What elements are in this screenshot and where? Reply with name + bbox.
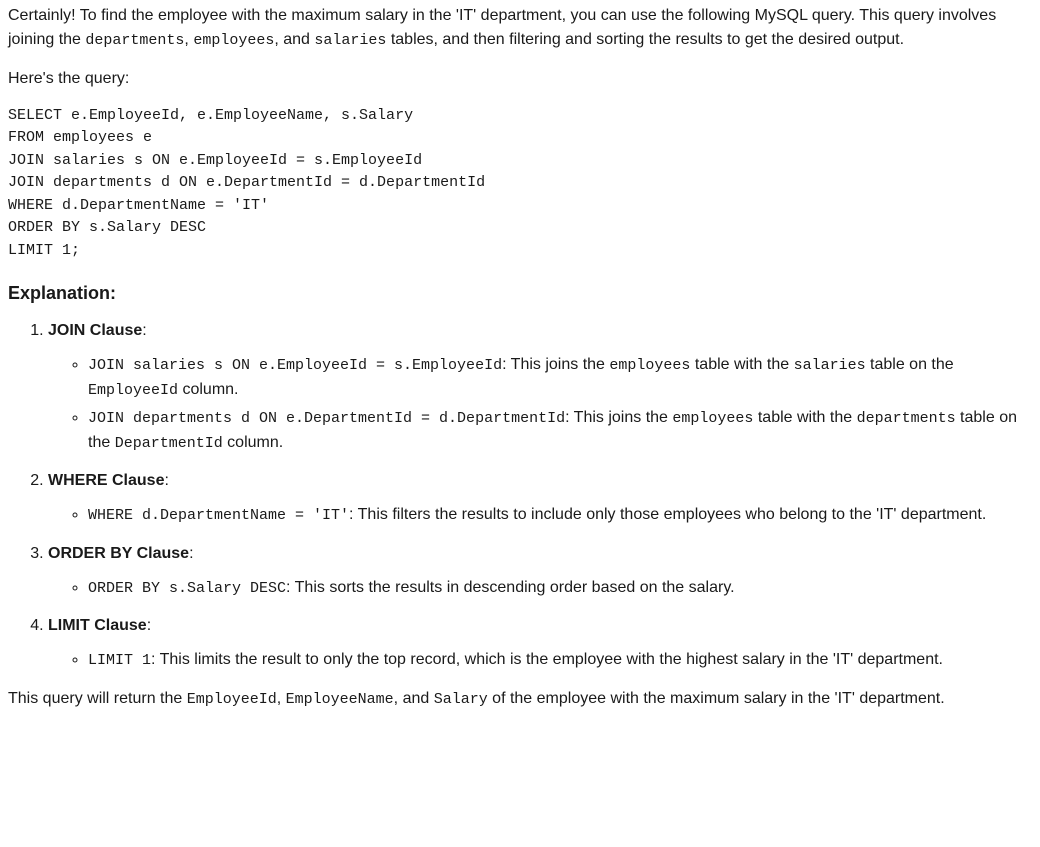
inline-code: WHERE d.DepartmentName = 'IT'	[88, 507, 349, 524]
inline-code: salaries	[794, 357, 866, 374]
explanation-subitem: JOIN departments d ON e.DepartmentId = d…	[88, 406, 1032, 455]
explanation-item-title: JOIN Clause	[48, 322, 142, 339]
inline-code: employees	[609, 357, 690, 374]
inline-code: LIMIT 1	[88, 652, 151, 669]
explanation-subitem: WHERE d.DepartmentName = 'IT': This filt…	[88, 503, 1032, 528]
explanation-subitem: ORDER BY s.Salary DESC: This sorts the r…	[88, 576, 1032, 601]
inline-code: employees	[193, 32, 274, 49]
inline-code: Salary	[434, 691, 488, 708]
explanation-subitem: JOIN salaries s ON e.EmployeeId = s.Empl…	[88, 353, 1032, 402]
explanation-item-title: ORDER BY Clause	[48, 545, 189, 562]
explanation-sublist: LIMIT 1: This limits the result to only …	[48, 648, 1032, 673]
inline-code: salaries	[314, 32, 386, 49]
explanation-sublist: ORDER BY s.Salary DESC: This sorts the r…	[48, 576, 1032, 601]
explanation-sublist: JOIN salaries s ON e.EmployeeId = s.Empl…	[48, 353, 1032, 455]
sql-code-block: SELECT e.EmployeeId, e.EmployeeName, s.S…	[8, 105, 1032, 263]
explanation-item-title: WHERE Clause	[48, 472, 164, 489]
explanation-heading: Explanation:	[8, 280, 1032, 307]
inline-code: departments	[857, 410, 956, 427]
inline-code: EmployeeId	[187, 691, 277, 708]
inline-code: EmployeeId	[88, 382, 178, 399]
explanation-item: JOIN Clause:JOIN salaries s ON e.Employe…	[48, 319, 1032, 455]
explanation-subitem: LIMIT 1: This limits the result to only …	[88, 648, 1032, 673]
explanation-item: ORDER BY Clause:ORDER BY s.Salary DESC: …	[48, 542, 1032, 601]
explanation-item: WHERE Clause:WHERE d.DepartmentName = 'I…	[48, 469, 1032, 528]
inline-code: DepartmentId	[115, 435, 223, 452]
intro-paragraph-2: Here's the query:	[8, 67, 1032, 91]
intro-paragraph-1: Certainly! To find the employee with the…	[8, 4, 1032, 53]
explanation-item: LIMIT Clause:LIMIT 1: This limits the re…	[48, 614, 1032, 673]
closing-paragraph: This query will return the EmployeeId, E…	[8, 687, 1032, 712]
inline-code: ORDER BY s.Salary DESC	[88, 580, 286, 597]
inline-code: departments	[85, 32, 184, 49]
explanation-item-title: LIMIT Clause	[48, 617, 147, 634]
inline-code: employees	[672, 410, 753, 427]
inline-code: EmployeeName	[286, 691, 394, 708]
explanation-list: JOIN Clause:JOIN salaries s ON e.Employe…	[8, 319, 1032, 673]
inline-code: JOIN salaries s ON e.EmployeeId = s.Empl…	[88, 357, 502, 374]
explanation-sublist: WHERE d.DepartmentName = 'IT': This filt…	[48, 503, 1032, 528]
inline-code: JOIN departments d ON e.DepartmentId = d…	[88, 410, 565, 427]
